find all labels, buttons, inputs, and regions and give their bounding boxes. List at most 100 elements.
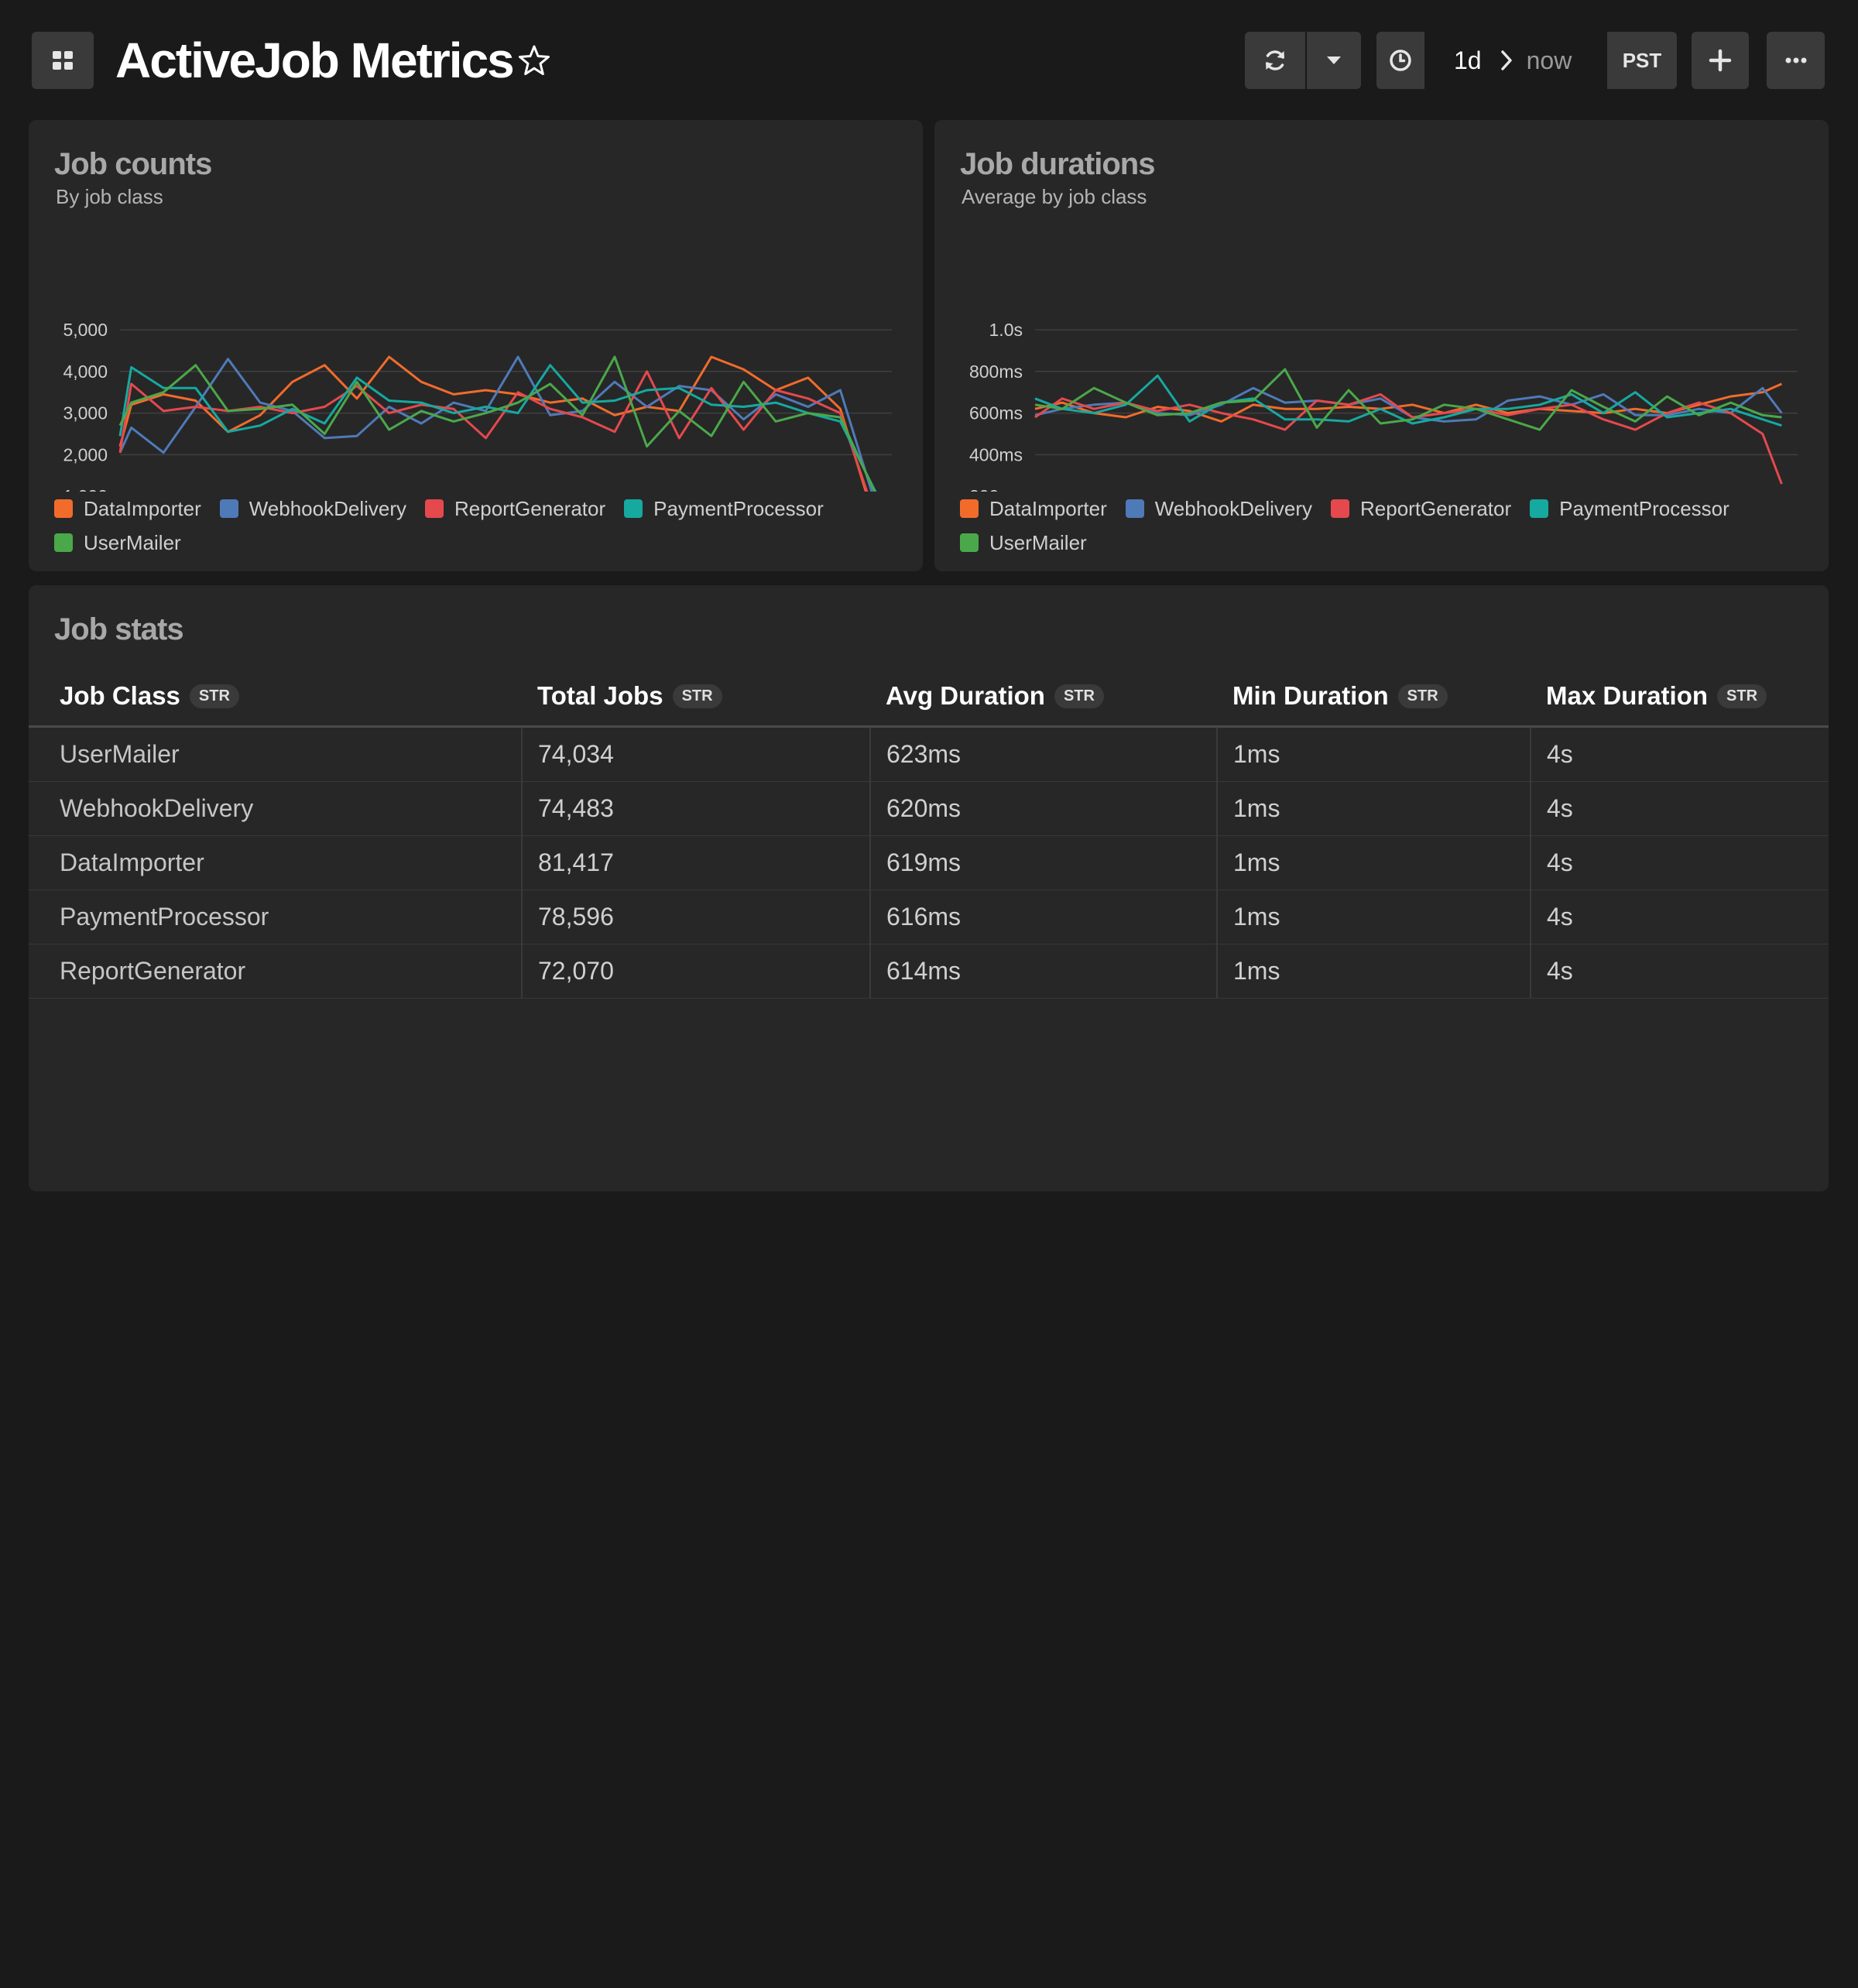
legend-item-dataimporter[interactable]: DataImporter [54,497,201,520]
series-line-dataimporter[interactable] [118,355,876,492]
cell-job-class: WebhookDelivery [29,781,522,836]
panel-title: Job stats [54,612,184,646]
cell-min-duration: 1ms [1216,781,1531,836]
column-header-avg-duration[interactable]: Avg Duration STR [870,667,1217,728]
favorite-button[interactable] [517,43,551,77]
column-header-min-duration[interactable]: Min Duration STR [1217,667,1531,728]
legend-item-paymentprocessor[interactable]: PaymentProcessor [624,497,824,520]
column-header-total-jobs[interactable]: Total Jobs STR [522,667,870,728]
cell-max-duration: 4s [1530,944,1829,999]
y-tick-label: 400ms [969,444,1023,464]
series-line-paymentprocessor[interactable] [1034,374,1782,427]
cell-max-duration: 4s [1530,781,1829,836]
dashboards-button[interactable] [32,32,94,89]
legend-item-reportgenerator[interactable]: ReportGenerator [1331,497,1511,520]
cell-job-class: UserMailer [29,726,522,782]
legend-swatch [219,499,238,518]
legend-item-usermailer[interactable]: UserMailer [54,531,181,554]
table-header-row: Job Class STR Total Jobs STR Avg Duration S… [29,667,1829,728]
legend-item-dataimporter[interactable]: DataImporter [960,497,1107,520]
time-range-selector[interactable]: 1d now [1424,32,1607,89]
job-stats-table: Job Class STR Total Jobs STR Avg Duration S… [29,667,1829,999]
refresh-icon [1266,50,1284,70]
cell-job-class: PaymentProcessor [29,889,522,944]
job-stats-panel: Job stats Job Class STR Total Jobs STR Avg… [29,585,1829,1191]
more-options-button[interactable] [1767,32,1825,89]
job-durations-chart[interactable]: 0ms200ms400ms600ms800ms1.0s12:0016:0020:… [934,120,1829,492]
column-header-max-duration[interactable]: Max Duration STR [1531,667,1829,728]
type-badge: STR [189,684,239,708]
cell-min-duration: 1ms [1216,889,1531,944]
job-counts-chart[interactable]: 01,0002,0003,0004,0005,00012:0016:0020:0… [29,120,923,492]
time-picker-button[interactable] [1376,32,1424,89]
cell-total-jobs: 78,596 [521,889,870,944]
legend-item-paymentprocessor[interactable]: PaymentProcessor [1530,497,1729,520]
cell-max-duration: 4s [1530,889,1829,944]
cell-min-duration: 1ms [1216,835,1531,890]
type-badge: STR [1054,684,1104,708]
series-line-reportgenerator[interactable] [1034,392,1783,485]
legend-item-webhookdelivery[interactable]: WebhookDelivery [219,496,407,520]
column-label: Avg Duration [886,681,1045,710]
legend-swatch [624,499,643,518]
legend-label: UserMailer [84,530,181,554]
chevron-right-icon [1500,50,1512,70]
chart-legend: DataImporter WebhookDelivery ReportGener… [960,497,1812,554]
cell-total-jobs: 74,483 [521,781,870,836]
clock-icon [1390,50,1411,71]
y-tick-label: 200ms [969,486,1023,492]
dashboard-header: ActiveJob Metrics 1d now PST [32,32,1825,89]
column-label: Job Class [60,681,180,710]
cell-job-class: DataImporter [29,835,522,890]
job-counts-panel: Job counts By job class 01,0002,0003,000… [29,120,923,571]
table-row: UserMailer 74,034 623ms 1ms 4s [29,726,1829,782]
refresh-button[interactable] [1245,32,1305,89]
legend-swatch [54,499,73,518]
cell-total-jobs: 72,070 [521,944,870,999]
legend-label: DataImporter [989,496,1107,520]
legend-label: PaymentProcessor [653,496,824,520]
table-row: WebhookDelivery 74,483 620ms 1ms 4s [29,781,1829,836]
legend-item-webhookdelivery[interactable]: WebhookDelivery [1125,496,1313,520]
type-badge: STR [672,684,722,708]
type-badge: STR [1397,684,1448,708]
legend-swatch [960,533,979,552]
page-title: ActiveJob Metrics [115,33,515,88]
legend-label: WebhookDelivery [1154,496,1313,520]
time-range-to: now [1526,46,1572,74]
plus-icon [1709,49,1732,72]
legend-label: WebhookDelivery [249,496,407,520]
legend-label: ReportGenerator [1360,496,1512,520]
cell-avg-duration: 623ms [869,726,1217,782]
y-tick-label: 1,000 [63,486,108,492]
grid-icon [53,51,73,70]
chart-legend: DataImporter WebhookDelivery ReportGener… [54,497,906,554]
cell-avg-duration: 616ms [869,889,1217,944]
legend-swatch [1125,499,1144,518]
column-header-job-class[interactable]: Job Class STR [29,667,522,728]
legend-label: UserMailer [989,530,1087,554]
ellipsis-icon [1785,57,1806,63]
y-tick-label: 1.0s [989,320,1023,340]
series-line-usermailer[interactable] [118,355,876,492]
legend-item-usermailer[interactable]: UserMailer [960,531,1087,554]
timezone-button[interactable]: PST [1607,32,1677,89]
cell-avg-duration: 614ms [869,944,1217,999]
cell-min-duration: 1ms [1216,726,1531,782]
table-row: ReportGenerator 72,070 614ms 1ms 4s [29,944,1829,999]
legend-swatch [960,499,979,518]
type-badge: STR [1717,684,1767,708]
cell-max-duration: 4s [1530,726,1829,782]
refresh-interval-dropdown[interactable] [1307,32,1361,89]
legend-item-reportgenerator[interactable]: ReportGenerator [425,497,605,520]
add-panel-button[interactable] [1692,32,1749,89]
cell-job-class: ReportGenerator [29,944,522,999]
time-range-from: 1d [1454,46,1482,74]
y-tick-label: 5,000 [63,320,108,340]
cell-total-jobs: 74,034 [521,726,870,782]
column-label: Min Duration [1232,681,1389,710]
y-tick-label: 800ms [969,362,1023,382]
series-line-webhookdelivery[interactable] [118,355,876,492]
series-line-usermailer[interactable] [1034,368,1782,431]
cell-avg-duration: 620ms [869,781,1217,836]
